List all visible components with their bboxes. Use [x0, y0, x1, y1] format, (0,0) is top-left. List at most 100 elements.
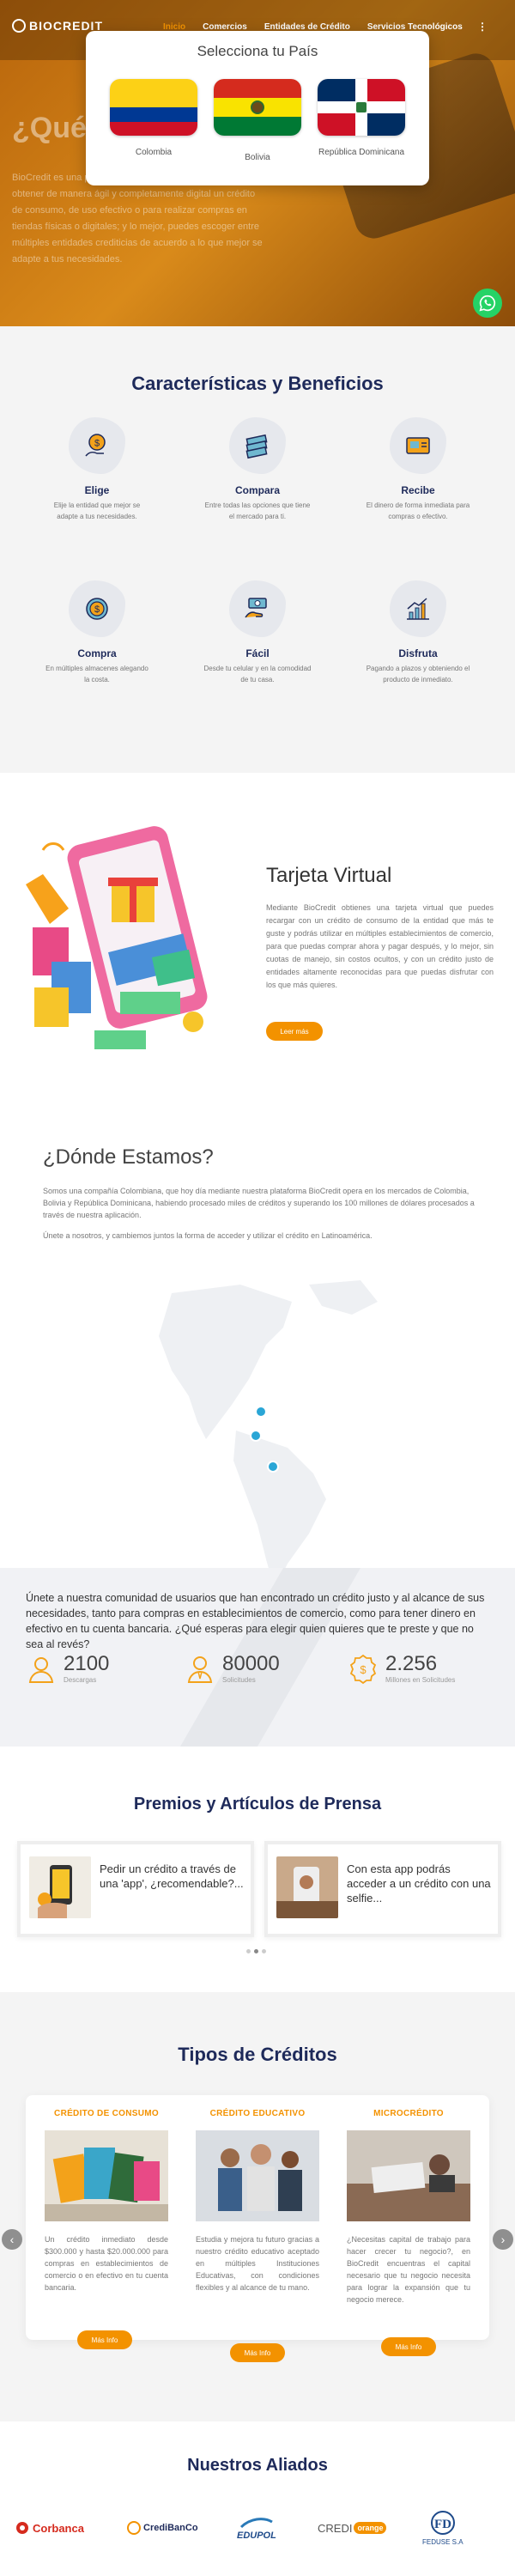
stat-value: 80000	[222, 1652, 280, 1675]
feature-icon-wrap	[229, 417, 286, 474]
stat-solicitudes: 80000 Solicitudes	[185, 1652, 339, 1686]
press-image	[29, 1856, 91, 1918]
hero-title: ¿Qué	[12, 112, 87, 144]
receive-card-icon	[406, 437, 430, 454]
carousel-prev-button[interactable]: ‹	[2, 2229, 22, 2250]
dominican-flag-icon	[318, 79, 405, 136]
shopping-bags-image	[45, 2130, 168, 2221]
partner-feduse[interactable]: FD FEDUSE S.A	[422, 2507, 464, 2549]
corbanca-logo-icon	[16, 2522, 28, 2534]
growth-chart-icon	[407, 598, 429, 620]
feature-recibe: Recibe El dinero de forma inmediata para…	[345, 417, 491, 522]
user-icon	[28, 1657, 54, 1683]
country-colombia[interactable]: Colombia	[106, 79, 201, 157]
press-card-2[interactable]: Con esta app podrás acceder a un crédito…	[264, 1841, 501, 1937]
partner-credibanco[interactable]: CrediBanCo	[127, 2507, 198, 2549]
feature-title: Compra	[77, 647, 117, 659]
tipo-title: CRÉDITO DE CONSUMO	[54, 2109, 159, 2118]
mas-info-educativo-button[interactable]: Más Info	[230, 2343, 285, 2362]
partner-crediorange[interactable]: CREDI orange	[318, 2507, 387, 2549]
country-dominicana[interactable]: República Dominicana	[314, 79, 409, 157]
buy-coin-icon: $	[86, 598, 108, 620]
mas-info-consumo-button[interactable]: Más Info	[77, 2330, 132, 2349]
chevron-left-icon: ‹	[9, 2233, 15, 2246]
donde-title: ¿Dónde Estamos?	[43, 1145, 214, 1169]
tarjeta-title: Tarjeta Virtual	[266, 864, 392, 887]
modal-title: Selecciona tu País	[197, 43, 318, 59]
feature-title: Recibe	[401, 484, 435, 496]
easy-hand-icon	[245, 598, 267, 618]
mas-info-microcredito-button[interactable]: Más Info	[381, 2337, 436, 2356]
feature-icon-wrap	[390, 580, 446, 637]
feature-desc: Pagando a plazos y obteniendo el product…	[366, 665, 470, 683]
tipo-desc: Un crédito inmediato desde $300.000 y ha…	[45, 2235, 168, 2292]
stat-label: Solicitudes	[222, 1676, 256, 1684]
map-pin-bolivia	[267, 1461, 279, 1473]
business-user-icon	[187, 1656, 213, 1683]
carousel-dot-active[interactable]	[254, 1949, 258, 1953]
aliados-title: Nuestros Aliados	[187, 2456, 328, 2475]
colombia-flag-icon	[110, 79, 197, 136]
stat-value: 2100	[64, 1652, 110, 1675]
features-title: Características y Beneficios	[131, 373, 384, 394]
stat-descargas: 2100 Descargas	[26, 1652, 172, 1686]
tipo-image	[347, 2130, 470, 2221]
feature-compra: $ Compra En múltiples almacenes alegando…	[24, 580, 170, 685]
map-pin-dominicana	[255, 1406, 267, 1418]
feature-desc: Elije la entidad que mejor se adapte a t…	[53, 501, 141, 520]
compare-money-icon	[245, 434, 268, 459]
partner-name: orange	[354, 2522, 387, 2534]
feature-icon-wrap	[390, 417, 446, 474]
choose-money-icon: $	[85, 434, 106, 457]
hero-section: BIOCREDIT Inicio Comercios Entidades de …	[0, 0, 515, 326]
feature-title: Disfruta	[398, 647, 438, 659]
press-image	[276, 1856, 338, 1918]
feature-elige: $ Elige Elije la entidad que mejor se ad…	[24, 417, 170, 522]
shopping-phone-illustration	[26, 826, 208, 1049]
partner-corbanca[interactable]: Corbanca	[15, 2507, 84, 2549]
svg-text:$: $	[94, 439, 100, 449]
carousel-next-button[interactable]: ›	[493, 2229, 513, 2250]
stats-text: Únete a nuestra comunidad de usuarios qu…	[26, 1592, 485, 1650]
logo[interactable]: BIOCREDIT	[12, 19, 103, 33]
tipo-title: MICROCRÉDITO	[373, 2109, 444, 2118]
tipo-image	[196, 2130, 319, 2221]
world-map	[137, 1267, 395, 1594]
tipo-image	[45, 2130, 168, 2221]
donde-paragraph-1: Somos una compañía Colombiana, que hoy d…	[43, 1187, 475, 1219]
feature-disfruta: Disfruta Pagando a plazos y obteniendo e…	[345, 580, 491, 685]
tipo-educativo: CRÉDITO EDUCATIVO Estudia y mejora tu fu…	[196, 2109, 319, 2293]
stat-label: Millones en Solicitudes	[385, 1676, 456, 1684]
stat-label: Descargas	[64, 1676, 97, 1684]
partner-name: EDUPOL	[237, 2530, 276, 2541]
feature-title: Compara	[234, 484, 280, 496]
chevron-right-icon: ›	[500, 2233, 506, 2246]
tipos-title: Tipos de Créditos	[178, 2044, 337, 2065]
money-badge-icon: $	[349, 1654, 377, 1685]
whatsapp-icon	[479, 295, 496, 312]
tarjeta-illustration	[17, 824, 232, 1065]
tipo-microcredito: MICROCRÉDITO ¿Necesitas capital de traba…	[347, 2109, 470, 2306]
country-name: República Dominicana	[318, 148, 405, 157]
leer-mas-button[interactable]: Leer más	[266, 1022, 323, 1041]
more-menu-icon[interactable]: ⋮	[477, 21, 488, 33]
carousel-dot[interactable]	[262, 1949, 266, 1953]
press-headline: Pedir un crédito a través de una 'app', …	[100, 1862, 244, 1890]
credibanco-logo-icon	[127, 2521, 141, 2535]
svg-text:$: $	[360, 1663, 367, 1676]
feature-facil: Fácil Desde tu celular y en la comodidad…	[185, 580, 330, 685]
feature-desc: En múltiples almacenes alegando la costa…	[45, 665, 148, 683]
feature-desc: Entre todas las opciones que tiene el me…	[204, 501, 311, 520]
carousel-dot[interactable]	[246, 1949, 251, 1953]
feature-icon-wrap: $	[69, 417, 125, 474]
partner-name: FEDUSE S.A	[422, 2537, 464, 2546]
press-card-1[interactable]: Pedir un crédito a través de una 'app', …	[17, 1841, 254, 1937]
stat-value: 2.256	[385, 1652, 438, 1675]
feduse-logo-icon: FD	[430, 2510, 455, 2535]
partner-edupol[interactable]: EDUPOL	[237, 2507, 276, 2549]
stat-millones: $ 2.256 Millones en Solicitudes	[348, 1652, 511, 1686]
whatsapp-button[interactable]	[473, 289, 502, 318]
country-bolivia[interactable]: Bolivia	[210, 79, 305, 162]
business-desk-image	[347, 2130, 470, 2221]
partner-name: CrediBanCo	[143, 2523, 198, 2533]
